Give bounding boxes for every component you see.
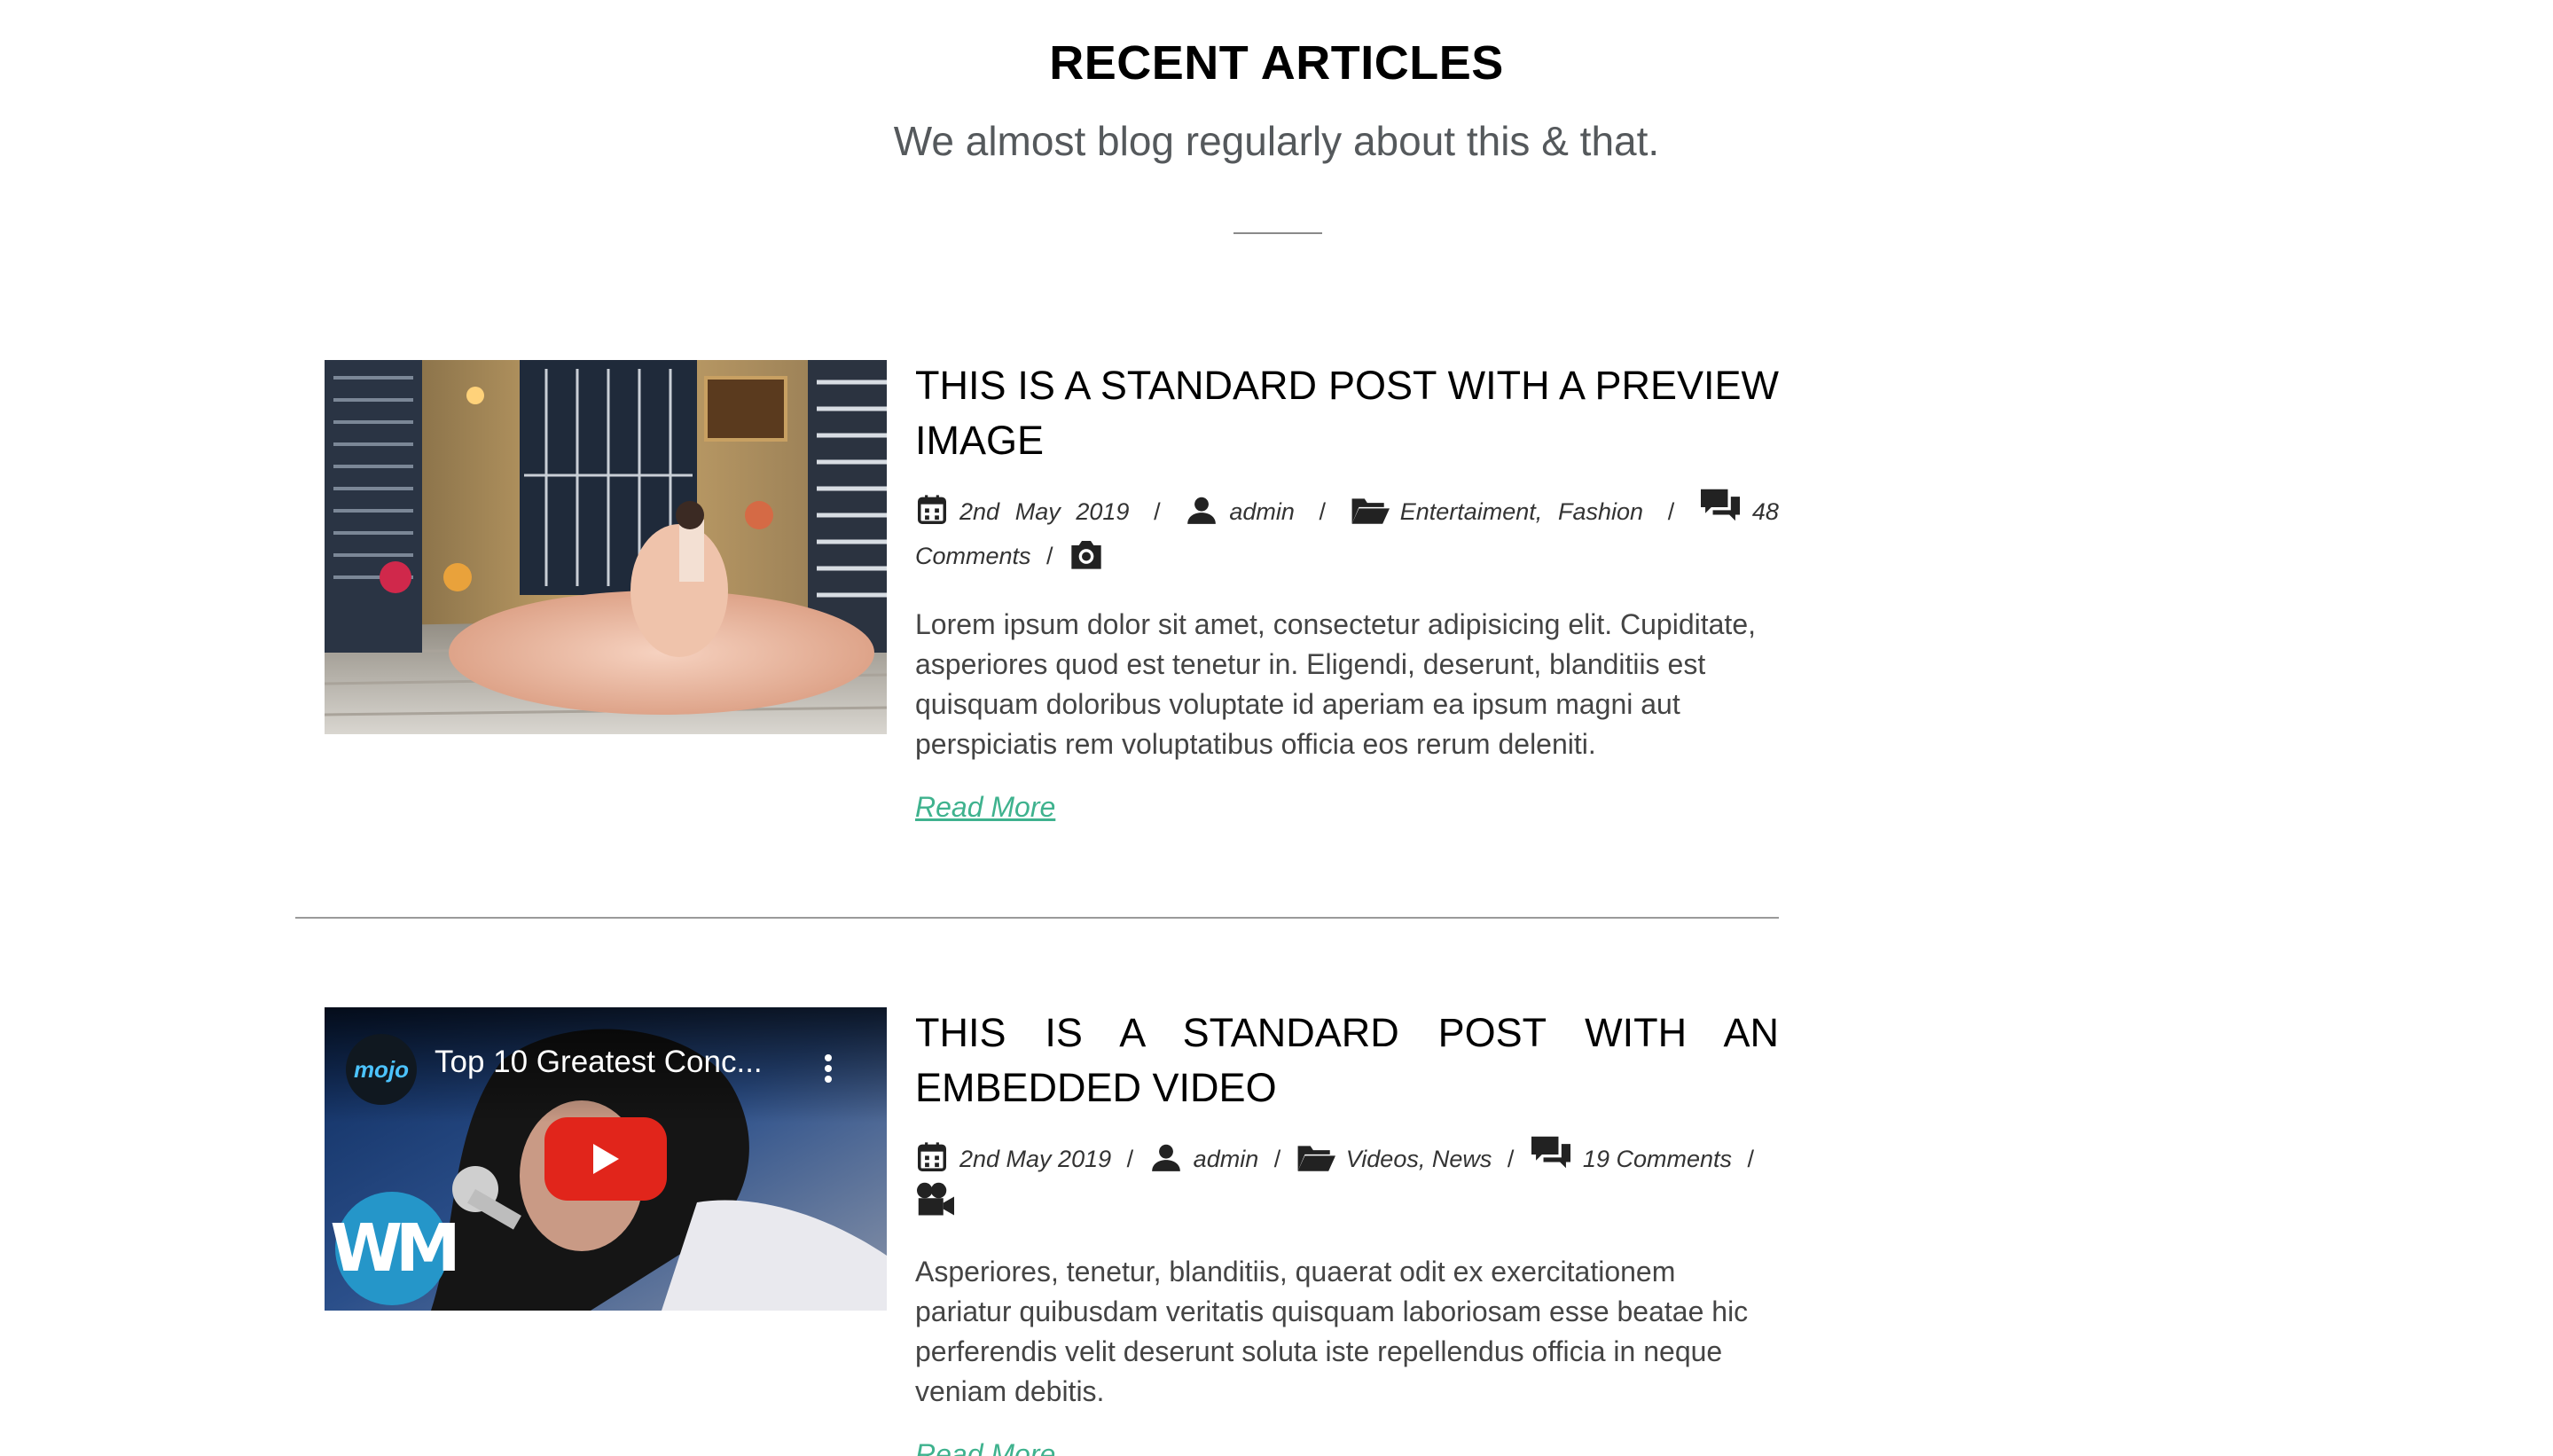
- meta-separator: /: [1126, 1146, 1134, 1172]
- camera-icon: [1071, 541, 1101, 569]
- post-date: 2nd May 2019: [959, 1146, 1112, 1172]
- play-icon: [593, 1144, 619, 1174]
- meta-separator: /: [1273, 1146, 1281, 1172]
- video-title-bar: mojo Top 10 Greatest Conc...: [325, 1007, 887, 1123]
- user-icon: [1187, 497, 1217, 524]
- video-title[interactable]: Top 10 Greatest Conc...: [435, 1045, 763, 1080]
- recent-articles-section: RECENT ARTICLES We almost blog regularly…: [0, 0, 2553, 1456]
- post-title[interactable]: THIS IS A STANDARD POST WITH A PREVIEW I…: [915, 358, 1779, 468]
- post-author[interactable]: admin: [1229, 498, 1295, 525]
- channel-avatar[interactable]: mojo: [346, 1034, 417, 1105]
- folder-open-icon: [1351, 498, 1390, 524]
- calendar-icon: [918, 1142, 946, 1171]
- meta-separator: /: [1667, 498, 1675, 525]
- post-category[interactable]: Fashion: [1558, 498, 1643, 525]
- user-icon: [1151, 1144, 1180, 1171]
- meta-separator: /: [1507, 1146, 1515, 1172]
- post-preview-image[interactable]: [325, 360, 887, 734]
- post-excerpt: Asperiores, tenetur, blanditiis, quaerat…: [915, 1256, 1749, 1407]
- read-more-link[interactable]: Read More: [915, 1438, 1055, 1456]
- meta-separator: /: [1046, 543, 1053, 569]
- section-divider: [1233, 232, 1322, 234]
- folder-open-icon: [1297, 1146, 1335, 1171]
- video-embed[interactable]: mojo Top 10 Greatest Conc... WM: [325, 1007, 887, 1311]
- post-category[interactable]: Videos: [1346, 1146, 1419, 1172]
- play-button[interactable]: [544, 1117, 667, 1201]
- channel-logo: WM: [330, 1192, 461, 1305]
- video-camera-icon: [917, 1182, 954, 1216]
- read-more-link[interactable]: Read More: [915, 791, 1055, 824]
- post-category[interactable]: Entertaiment: [1400, 498, 1536, 525]
- comments-icon: [1531, 1136, 1570, 1169]
- post-body: THIS IS A STANDARD POST WITH AN EMBEDDED…: [915, 1006, 1779, 1456]
- post-author[interactable]: admin: [1194, 1146, 1259, 1172]
- post-meta: 2nd May 2019 / admin / Entertaiment, Fas…: [915, 488, 1779, 578]
- comments-icon: [1700, 489, 1740, 521]
- more-vertical-icon[interactable]: [823, 1053, 834, 1084]
- meta-separator: /: [1154, 498, 1161, 525]
- section-subtitle: We almost blog regularly about this & th…: [893, 118, 1660, 164]
- post-date: 2nd May 2019: [959, 498, 1130, 525]
- bride-photo: [325, 360, 887, 734]
- calendar-icon: [918, 495, 946, 524]
- section-title: RECENT ARTICLES: [1049, 36, 1504, 90]
- meta-separator: /: [1747, 1146, 1755, 1172]
- post-category[interactable]: News: [1432, 1146, 1492, 1172]
- post-meta: 2nd May 2019 / admin / Videos, News / 19…: [915, 1135, 1779, 1225]
- post-comments[interactable]: 19 Comments: [1583, 1146, 1732, 1172]
- post-title[interactable]: THIS IS A STANDARD POST WITH AN EMBEDDED…: [915, 1006, 1779, 1115]
- post-body: THIS IS A STANDARD POST WITH A PREVIEW I…: [915, 358, 1779, 824]
- post-excerpt: Lorem ipsum dolor sit amet, consectetur …: [915, 608, 1756, 760]
- meta-separator: /: [1319, 498, 1327, 525]
- post-divider: [295, 917, 1779, 919]
